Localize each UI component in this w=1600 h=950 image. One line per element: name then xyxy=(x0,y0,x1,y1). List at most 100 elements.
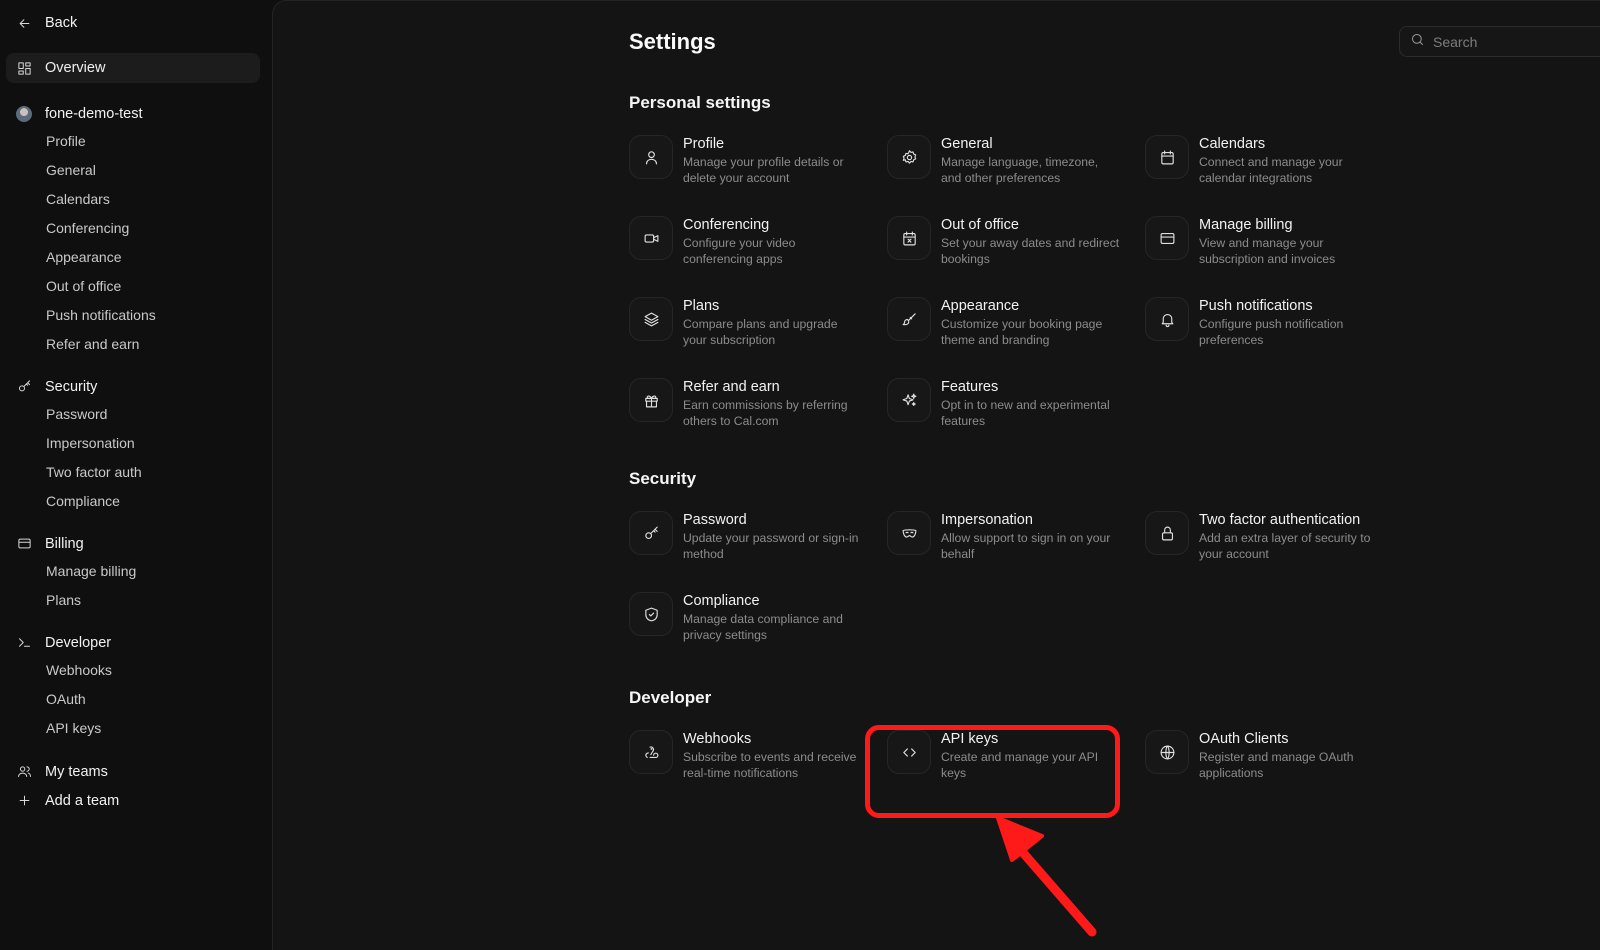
card-desc: Update your password or sign-in method xyxy=(683,531,859,561)
back-button[interactable]: Back xyxy=(6,8,262,38)
section-security: Security Password Update your password or… xyxy=(629,469,1389,654)
sidebar-group-head-billing[interactable]: Billing xyxy=(6,530,262,557)
card-general[interactable]: General Manage language, timezone, and ot… xyxy=(887,135,1145,197)
sidebar-item-general[interactable]: General xyxy=(6,156,262,185)
card-desc: Add an extra layer of security to your a… xyxy=(1199,531,1371,561)
sidebar-item-webhooks[interactable]: Webhooks xyxy=(6,656,262,685)
card-title: Push notifications xyxy=(1199,298,1313,314)
card-title: Password xyxy=(683,512,747,528)
sidebar-group-developer: Developer Webhooks OAuth API keys xyxy=(6,629,262,743)
card-desc: Manage your profile details or delete yo… xyxy=(683,155,844,185)
my-teams-label: My teams xyxy=(45,763,108,780)
plus-icon xyxy=(15,792,33,810)
card-title: Out of office xyxy=(941,217,1019,233)
sidebar-group-billing: Billing Manage billing Plans xyxy=(6,530,262,615)
card-title: Two factor authentication xyxy=(1199,512,1361,528)
sidebar-group-security: Security Password Impersonation Two fact… xyxy=(6,373,262,516)
developer-label: Developer xyxy=(45,634,112,651)
card-calendars[interactable]: Calendars Connect and manage your calenda… xyxy=(1145,135,1385,197)
credit-card-icon xyxy=(15,535,33,553)
sidebar-item-plans[interactable]: Plans xyxy=(6,586,262,615)
card-title: Profile xyxy=(683,136,725,152)
account-name: fone-demo-test xyxy=(45,105,143,122)
sidebar-item-two-factor-auth[interactable]: Two factor auth xyxy=(6,458,262,487)
card-plans[interactable]: Plans Compare plans and upgrade your subs… xyxy=(629,297,887,359)
sidebar-group-head-security[interactable]: Security xyxy=(6,373,262,400)
card-oauth-clients[interactable]: OAuth Clients Register and manage OAuth a… xyxy=(1145,730,1385,792)
section-title: Personal settings xyxy=(629,93,771,112)
add-team-label: Add a team xyxy=(45,792,120,809)
calendar-icon xyxy=(1145,135,1189,179)
sidebar-item-push-notifications[interactable]: Push notifications xyxy=(6,301,262,330)
sidebar-item-conferencing[interactable]: Conferencing xyxy=(6,214,262,243)
sidebar-group-head-developer[interactable]: Developer xyxy=(6,629,262,656)
card-grid: Password Update your password or sign-in … xyxy=(629,511,1389,654)
card-features[interactable]: Features Opt in to new and experimental f… xyxy=(887,378,1145,440)
card-impersonation[interactable]: Impersonation Allow support to sign in on… xyxy=(887,511,1145,573)
search-box[interactable] xyxy=(1399,26,1600,57)
sidebar-item-impersonation[interactable]: Impersonation xyxy=(6,429,262,458)
sidebar-item-my-teams[interactable]: My teams xyxy=(6,757,262,786)
sidebar-item-calendars[interactable]: Calendars xyxy=(6,185,262,214)
sidebar-group-head-account[interactable]: fone-demo-test xyxy=(6,100,262,127)
sparkles-icon xyxy=(887,378,931,422)
sidebar-item-refer-and-earn[interactable]: Refer and earn xyxy=(6,330,262,359)
sidebar-item-oauth[interactable]: OAuth xyxy=(6,685,262,714)
webhook-icon xyxy=(629,730,673,774)
sidebar-item-profile[interactable]: Profile xyxy=(6,127,262,156)
card-compliance[interactable]: Compliance Manage data compliance and pri… xyxy=(629,592,887,654)
gear-icon xyxy=(887,135,931,179)
credit-card-icon xyxy=(1145,216,1189,260)
card-desc: Compare plans and upgrade your subscript… xyxy=(683,317,838,347)
add-team-button[interactable]: Add a team xyxy=(6,786,262,815)
sidebar-item-appearance[interactable]: Appearance xyxy=(6,243,262,272)
section-title: Developer xyxy=(629,688,712,707)
card-title: Plans xyxy=(683,298,720,314)
card-push-notifications[interactable]: Push notifications Configure push notific… xyxy=(1145,297,1385,359)
search-icon xyxy=(1410,32,1425,52)
card-two-factor-authentication[interactable]: Two factor authentication Add an extra la… xyxy=(1145,511,1385,573)
card-password[interactable]: Password Update your password or sign-in … xyxy=(629,511,887,573)
card-manage-billing[interactable]: Manage billing View and manage your subsc… xyxy=(1145,216,1385,278)
card-refer-and-earn[interactable]: Refer and earn Earn commissions by referr… xyxy=(629,378,887,440)
card-title: Compliance xyxy=(683,593,760,609)
calendar-x-icon xyxy=(887,216,931,260)
arrow-left-icon xyxy=(15,14,33,32)
layers-icon xyxy=(629,297,673,341)
key-icon xyxy=(629,511,673,555)
card-out-of-office[interactable]: Out of office Set your away dates and red… xyxy=(887,216,1145,278)
section-title: Security xyxy=(629,469,697,488)
sidebar-item-password[interactable]: Password xyxy=(6,400,262,429)
sidebar-item-manage-billing[interactable]: Manage billing xyxy=(6,557,262,586)
sidebar-item-api-keys[interactable]: API keys xyxy=(6,714,262,743)
user-icon xyxy=(629,135,673,179)
avatar xyxy=(16,105,32,122)
back-label: Back xyxy=(45,15,78,31)
card-grid: Profile Manage your profile details or de… xyxy=(629,135,1389,440)
card-appearance[interactable]: Appearance Customize your booking page th… xyxy=(887,297,1145,359)
gift-icon xyxy=(629,378,673,422)
card-title: Conferencing xyxy=(683,217,770,233)
brush-icon xyxy=(887,297,931,341)
card-conferencing[interactable]: Conferencing Configure your video confere… xyxy=(629,216,887,278)
search-input[interactable] xyxy=(1433,33,1600,50)
card-webhooks[interactable]: Webhooks Subscribe to events and receive … xyxy=(629,730,887,792)
overview-label: Overview xyxy=(45,60,106,76)
shield-check-icon xyxy=(629,592,673,636)
annotation-highlight-box xyxy=(865,725,1120,818)
users-icon xyxy=(15,763,33,781)
card-title: General xyxy=(941,136,993,152)
sidebar-item-compliance[interactable]: Compliance xyxy=(6,487,262,516)
sidebar-item-overview[interactable]: Overview xyxy=(6,53,260,83)
sidebar-item-out-of-office[interactable]: Out of office xyxy=(6,272,262,301)
card-desc: Opt in to new and experimental features xyxy=(941,398,1110,428)
card-desc: Manage language, timezone, and other pre… xyxy=(941,155,1099,185)
key-icon xyxy=(15,378,33,396)
grid-icon xyxy=(15,59,33,77)
page-title: Settings xyxy=(629,29,716,54)
billing-label: Billing xyxy=(45,535,84,552)
card-title: Impersonation xyxy=(941,512,1033,528)
mask-icon xyxy=(887,511,931,555)
card-profile[interactable]: Profile Manage your profile details or de… xyxy=(629,135,887,197)
card-desc: Subscribe to events and receive real-tim… xyxy=(683,750,857,780)
